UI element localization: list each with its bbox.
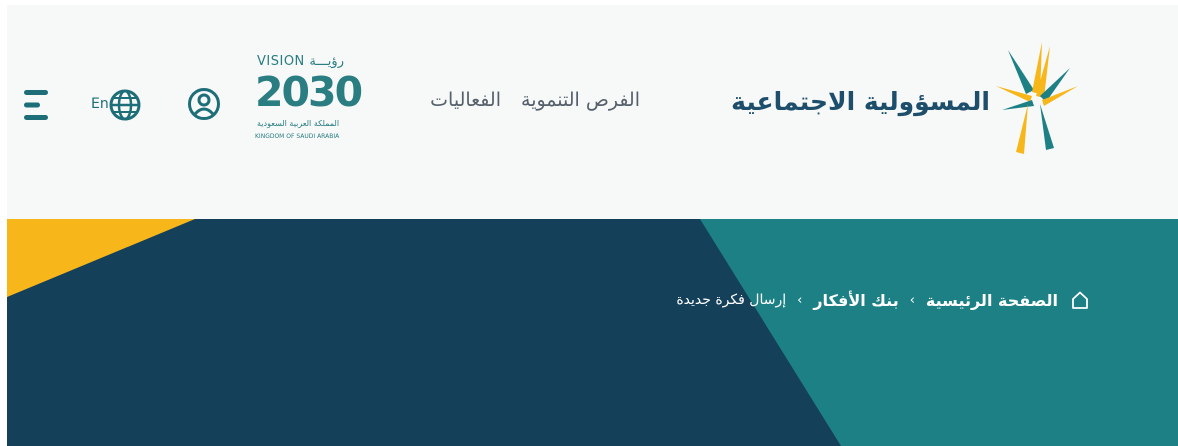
language-switch-button[interactable] [109, 89, 141, 125]
menu-button[interactable] [24, 89, 50, 125]
user-circle-icon [188, 88, 220, 120]
globe-icon [109, 89, 141, 121]
logo-text: المسؤولية الاجتماعية [731, 87, 990, 116]
user-account-button[interactable] [187, 87, 221, 125]
vision-2030-logo: VISION رؤيـــة 2030 المملكة العربية السع… [243, 54, 363, 148]
vision-english-text: KINGDOM OF SAUDI ARABIA [255, 133, 340, 140]
breadcrumb: الصفحة الرئيسية ‹ بنك الأفكار ‹ إرسال فك… [676, 290, 1090, 310]
hero-banner [7, 219, 1178, 446]
hero-background-shapes [7, 219, 1178, 446]
home-icon[interactable] [1070, 290, 1090, 310]
vision-arabic-text: المملكة العربية السعودية [257, 119, 340, 128]
language-label[interactable]: En [91, 96, 109, 112]
vision-top-text: VISION رؤيـــة [257, 54, 344, 69]
page: المسؤولية الاجتماعية الفرص التنموية الفع… [7, 5, 1178, 446]
site-header: المسؤولية الاجتماعية الفرص التنموية الفع… [7, 5, 1178, 219]
breadcrumb-current-page: إرسال فكرة جديدة [676, 292, 787, 308]
logo-emblem-icon [996, 42, 1078, 154]
breadcrumb-item-ideas-bank[interactable]: بنك الأفكار [813, 291, 898, 310]
breadcrumb-separator: ‹ [909, 292, 915, 308]
vision-year: 2030 [255, 68, 363, 116]
site-logo[interactable]: المسؤولية الاجتماعية [731, 40, 1087, 160]
nav-link-events[interactable]: الفعاليات [430, 89, 501, 111]
hamburger-menu-icon [24, 90, 48, 120]
breadcrumb-item-home[interactable]: الصفحة الرئيسية [926, 291, 1058, 310]
breadcrumb-separator: ‹ [797, 292, 803, 308]
nav-link-development-opportunities[interactable]: الفرص التنموية [521, 89, 640, 111]
